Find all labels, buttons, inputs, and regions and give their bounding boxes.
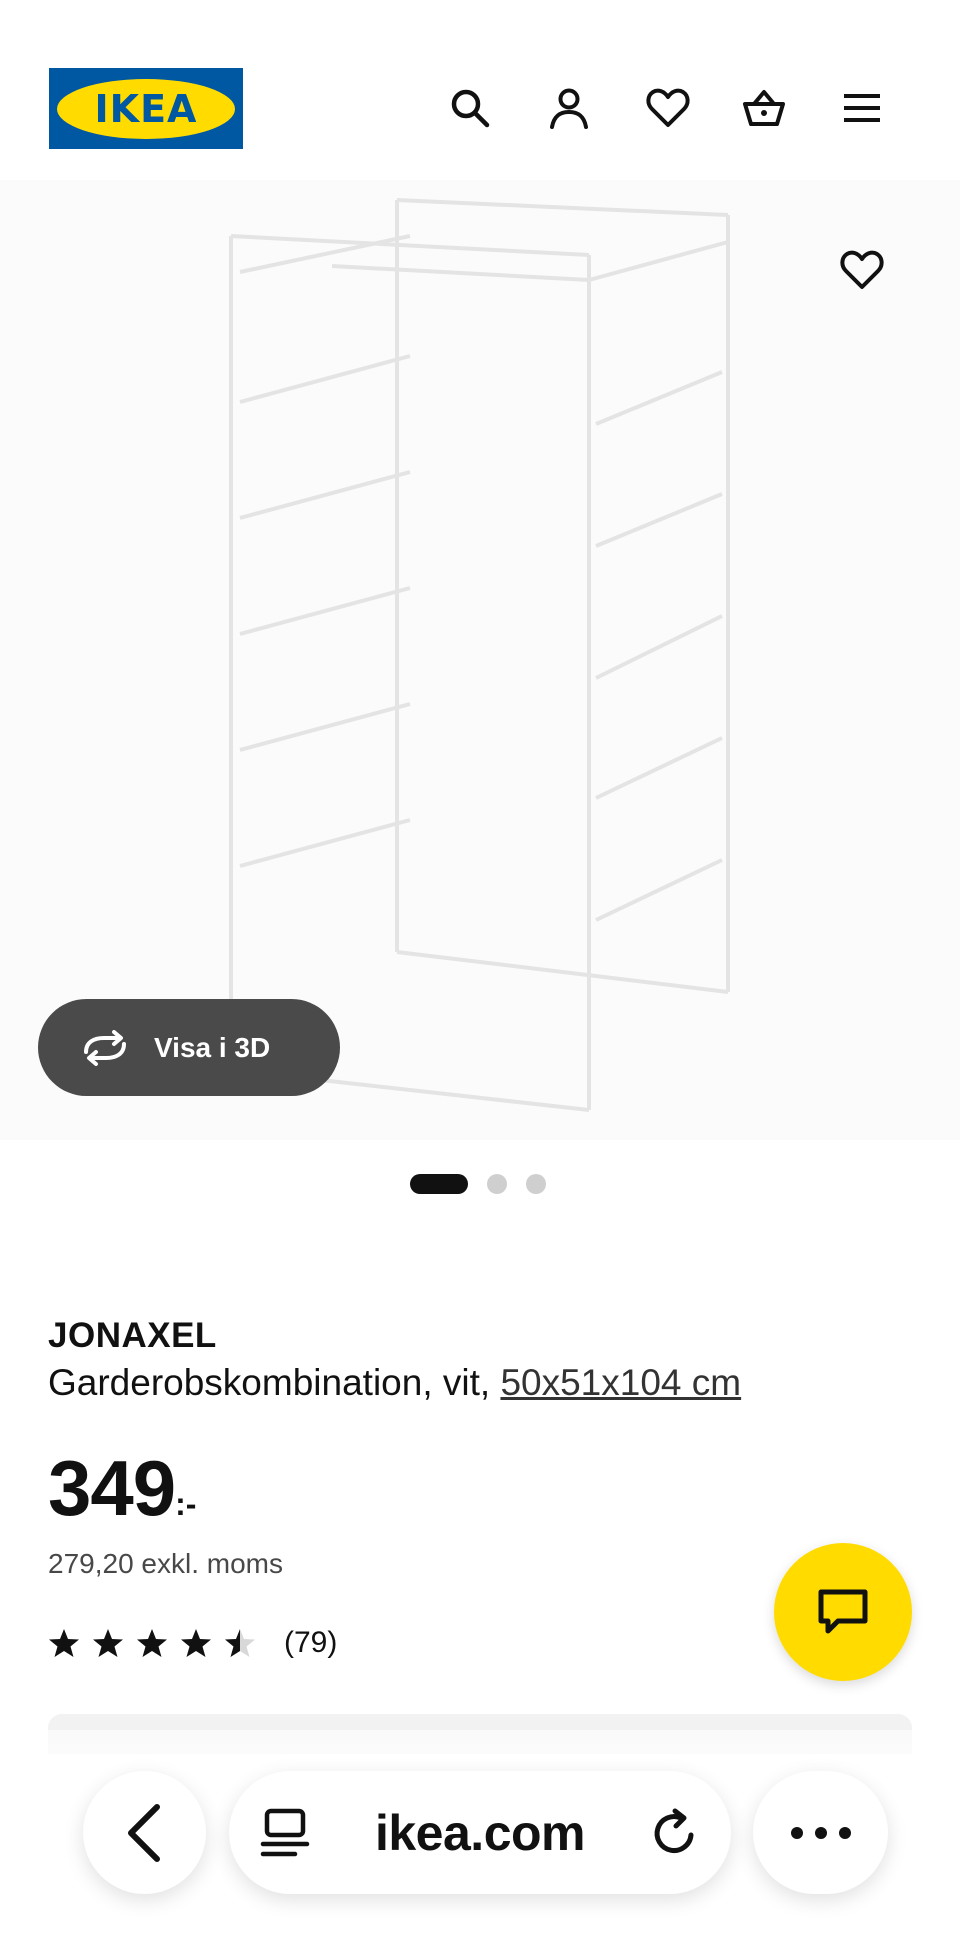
view-in-3d-button[interactable]: Visa i 3D xyxy=(38,999,340,1096)
logo-text: IKEA xyxy=(94,86,198,131)
star-icon xyxy=(137,1629,167,1657)
price-suffix: :- xyxy=(175,1486,197,1522)
more-icon xyxy=(790,1826,851,1839)
menu-icon[interactable] xyxy=(836,82,888,134)
browser-back-button[interactable] xyxy=(83,1771,206,1894)
star-icon xyxy=(49,1629,79,1657)
cart-icon[interactable] xyxy=(738,82,790,134)
url-text: ikea.com xyxy=(374,1804,586,1861)
product-photo xyxy=(229,198,730,1112)
chat-icon xyxy=(818,1589,868,1634)
image-pager xyxy=(410,1174,546,1194)
price-value: 349 xyxy=(48,1444,176,1532)
product-name: JONAXEL xyxy=(48,1316,217,1355)
browser-more-button[interactable] xyxy=(753,1771,888,1894)
rotate-3d-icon xyxy=(84,1029,126,1066)
ikea-logo[interactable]: IKEA xyxy=(49,68,243,149)
product-description: Garderobskombination, vit, 50x51x104 cm xyxy=(48,1362,741,1404)
chat-button[interactable] xyxy=(774,1543,912,1681)
search-icon[interactable] xyxy=(444,82,496,134)
heart-icon xyxy=(840,250,884,289)
star-icon xyxy=(181,1629,211,1657)
browser-address-bar[interactable]: ikea.com xyxy=(229,1771,731,1894)
half-star-icon xyxy=(225,1629,255,1657)
star-icon xyxy=(93,1629,123,1657)
favorites-icon[interactable] xyxy=(642,82,694,134)
pager-dot-1[interactable] xyxy=(410,1174,468,1194)
tabs-icon[interactable] xyxy=(259,1807,311,1859)
pager-dot-3[interactable] xyxy=(526,1174,546,1194)
account-icon[interactable] xyxy=(543,82,595,134)
product-rating[interactable]: (79) xyxy=(48,1626,337,1660)
product-price: 349 :- xyxy=(48,1448,196,1528)
logo-oval: IKEA xyxy=(57,78,235,139)
product-description-text: Garderobskombination, vit, xyxy=(48,1362,491,1403)
price-excl-vat: 279,20 exkl. moms xyxy=(48,1548,283,1579)
pager-dot-2[interactable] xyxy=(487,1174,507,1194)
product-size-link[interactable]: 50x51x104 cm xyxy=(500,1362,741,1403)
reload-icon[interactable] xyxy=(649,1807,701,1859)
save-to-favorites-button[interactable] xyxy=(836,244,888,296)
chevron-left-icon xyxy=(127,1803,160,1862)
product-image-carousel[interactable] xyxy=(0,180,960,1140)
review-count: (79) xyxy=(284,1626,338,1659)
view-in-3d-label: Visa i 3D xyxy=(154,1031,271,1063)
site-header: IKEA xyxy=(0,0,960,180)
